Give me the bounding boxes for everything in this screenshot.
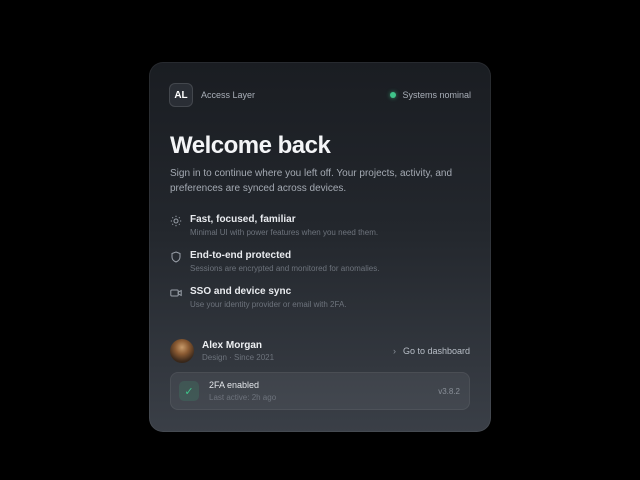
- chevron-right-icon: ›: [392, 346, 396, 356]
- sun-icon: [170, 215, 182, 227]
- dashboard-link-label: Go to dashboard: [402, 346, 470, 356]
- video-icon: [170, 287, 182, 299]
- check-icon: ✓: [179, 381, 199, 401]
- security-status-card: ✓ 2FA enabled Last active: 2h ago v3.8.2: [170, 372, 470, 410]
- shield-icon: [170, 251, 182, 263]
- card-header: AL Access Layer Systems nominal: [169, 82, 471, 108]
- user-profile: Alex Morgan Design · Since 2021: [170, 339, 274, 363]
- version-label: v3.8.2: [438, 386, 460, 396]
- feature-description: Sessions are encrypted and monitored for…: [190, 264, 380, 273]
- user-row: Alex Morgan Design · Since 2021 › Go to …: [170, 338, 470, 364]
- page-title: Welcome back: [170, 132, 331, 159]
- brand-name: Access Layer: [201, 90, 256, 100]
- last-active: Last active: 2h ago: [209, 393, 277, 402]
- feature-item: SSO and device sync Use your identity pr…: [170, 286, 470, 322]
- feature-title: End-to-end protected: [190, 250, 292, 261]
- feature-title: Fast, focused, familiar: [190, 214, 296, 225]
- user-meta: Design · Since 2021: [202, 353, 275, 362]
- feature-description: Use your identity provider or email with…: [190, 300, 347, 309]
- feature-title: SSO and device sync: [190, 286, 292, 297]
- status-text: Systems nominal: [402, 90, 471, 100]
- brand: AL Access Layer: [169, 83, 255, 107]
- feature-list: Fast, focused, familiar Minimal UI with …: [170, 214, 470, 322]
- system-status: Systems nominal: [390, 90, 471, 100]
- welcome-card: AL Access Layer Systems nominal Welcome …: [149, 62, 491, 432]
- feature-description: Minimal UI with power features when you …: [190, 228, 379, 237]
- user-name: Alex Morgan: [202, 340, 263, 351]
- avatar: [170, 339, 194, 363]
- feature-item: End-to-end protected Sessions are encryp…: [170, 250, 470, 286]
- page-subtitle: Sign in to continue where you left off. …: [170, 168, 453, 194]
- twofa-status: 2FA enabled: [209, 380, 260, 390]
- feature-item: Fast, focused, familiar Minimal UI with …: [170, 214, 470, 250]
- brand-logo: AL: [169, 83, 193, 107]
- go-to-dashboard-link[interactable]: › Go to dashboard: [393, 346, 470, 356]
- status-dot-icon: [390, 92, 397, 98]
